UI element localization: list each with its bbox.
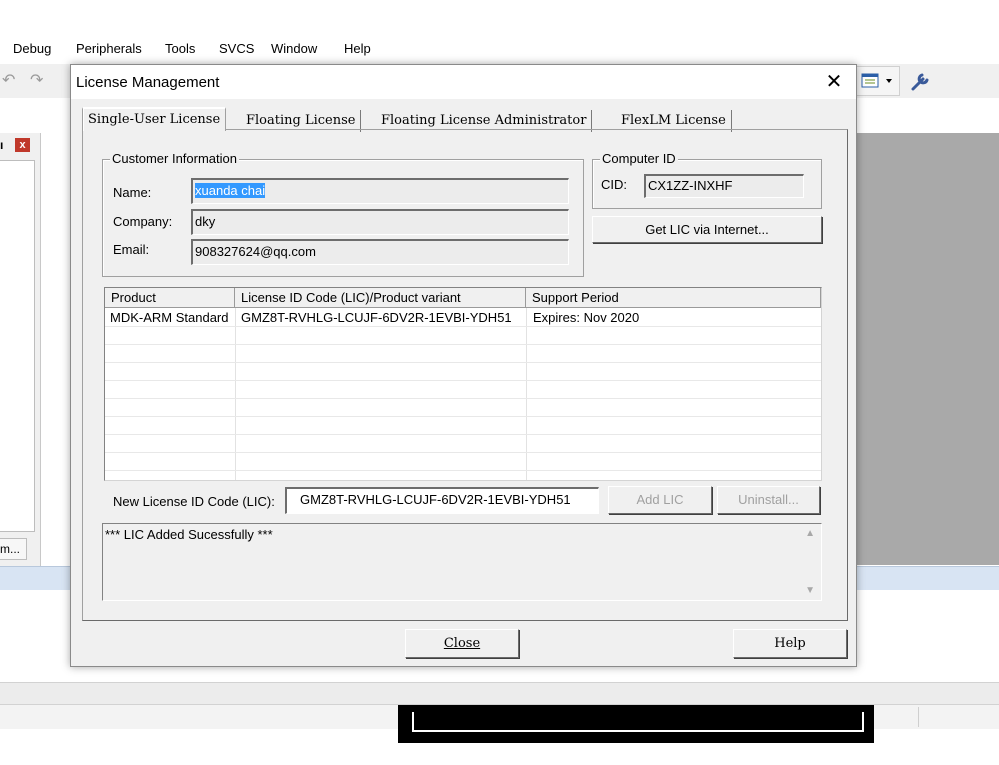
license-listview[interactable]: Product License ID Code (LIC)/Product va…	[104, 287, 822, 481]
empty-row	[105, 327, 821, 345]
window-layout-icon	[861, 73, 892, 88]
empty-row	[105, 399, 821, 417]
empty-row	[105, 345, 821, 363]
dialog-title: License Management	[76, 74, 220, 91]
wrench-icon	[911, 73, 929, 91]
redo-icon[interactable]: ↷	[30, 70, 43, 90]
output-tabs-strip	[0, 682, 999, 705]
column-support-period[interactable]: Support Period	[526, 288, 821, 308]
email-field[interactable]: 908327624@qq.com	[191, 239, 569, 265]
cid-field[interactable]: CX1ZZ-INXHF	[644, 174, 804, 198]
scroll-up-icon[interactable]: ▲	[805, 528, 815, 539]
status-message-box[interactable]: *** LIC Added Sucessfully *** ▲ ▼	[102, 523, 822, 601]
name-value: xuanda chai	[195, 183, 266, 198]
add-lic-button[interactable]: Add LIC	[608, 486, 712, 514]
empty-row	[105, 381, 821, 399]
console-overlay-frame	[412, 712, 864, 732]
empty-row	[105, 453, 821, 471]
company-field[interactable]: dky	[191, 209, 569, 235]
new-lic-label: New License ID Code (LIC):	[113, 494, 275, 509]
name-field[interactable]: xuanda chai	[191, 178, 569, 204]
window-layout-button[interactable]	[856, 66, 900, 96]
menu-tools[interactable]: Tools	[165, 41, 195, 56]
empty-row	[105, 417, 821, 435]
help-button[interactable]: Help	[733, 629, 847, 658]
settings-button[interactable]	[903, 66, 939, 96]
computer-id-group: Computer ID CID: CX1ZZ-INXHF	[592, 151, 822, 209]
panel-tab[interactable]: m...	[0, 538, 27, 560]
project-tree[interactable]	[0, 160, 35, 532]
cell-license-id: GMZ8T-RVHLG-LCUJF-6DV2R-1EVBI-YDH51	[241, 310, 512, 325]
menu-bar: Debug Peripherals Tools SVCS Window Help	[0, 38, 999, 60]
tab-panel: Customer Information Name: xuanda chai C…	[82, 129, 848, 621]
empty-row	[105, 363, 821, 381]
email-label: Email:	[113, 242, 150, 257]
column-license-id[interactable]: License ID Code (LIC)/Product variant	[235, 288, 526, 308]
name-label: Name:	[113, 185, 152, 200]
undo-icon[interactable]: ↶	[2, 70, 15, 90]
column-product[interactable]: Product	[105, 288, 235, 308]
customer-information-group: Customer Information Name: xuanda chai C…	[102, 151, 584, 277]
cid-label: CID:	[601, 177, 627, 192]
status-divider	[918, 707, 919, 727]
new-lic-input[interactable]: GMZ8T-RVHLG-LCUJF-6DV2R-1EVBI-YDH51	[285, 487, 599, 514]
license-list[interactable]: Product License ID Code (LIC)/Product va…	[104, 287, 822, 481]
company-label: Company:	[113, 214, 173, 229]
tab-single-user-license[interactable]: Single-User License	[82, 107, 227, 131]
table-row[interactable]: MDK-ARM Standard GMZ8T-RVHLG-LCUJF-6DV2R…	[105, 309, 821, 327]
menu-help[interactable]: Help	[344, 41, 371, 56]
menu-debug[interactable]: Debug	[13, 41, 51, 56]
uninstall-button[interactable]: Uninstall...	[717, 486, 820, 514]
computer-id-legend: Computer ID	[600, 151, 678, 166]
status-message: *** LIC Added Sucessfully ***	[105, 527, 273, 542]
customer-information-legend: Customer Information	[110, 151, 239, 166]
editor-area	[855, 133, 999, 565]
cell-support-period: Expires: Nov 2020	[533, 310, 640, 325]
close-icon[interactable]: ✕	[819, 69, 849, 95]
dialog-titlebar: License Management ✕	[71, 65, 856, 99]
empty-row	[105, 435, 821, 453]
menu-peripherals[interactable]: Peripherals	[76, 41, 142, 56]
scroll-down-icon[interactable]: ▼	[805, 585, 815, 596]
get-lic-via-internet-button[interactable]: Get LIC via Internet...	[592, 216, 822, 243]
close-button[interactable]: Close	[405, 629, 519, 658]
menu-window[interactable]: Window	[271, 41, 317, 56]
close-button-label: Close	[443, 636, 481, 651]
pin-icon[interactable]: ı	[0, 138, 3, 152]
cell-product: MDK-ARM Standard	[110, 310, 229, 325]
panel-close-icon[interactable]: x	[15, 138, 30, 152]
license-management-dialog: License Management ✕ Single-User License…	[70, 64, 857, 667]
menu-svcs[interactable]: SVCS	[219, 41, 254, 56]
